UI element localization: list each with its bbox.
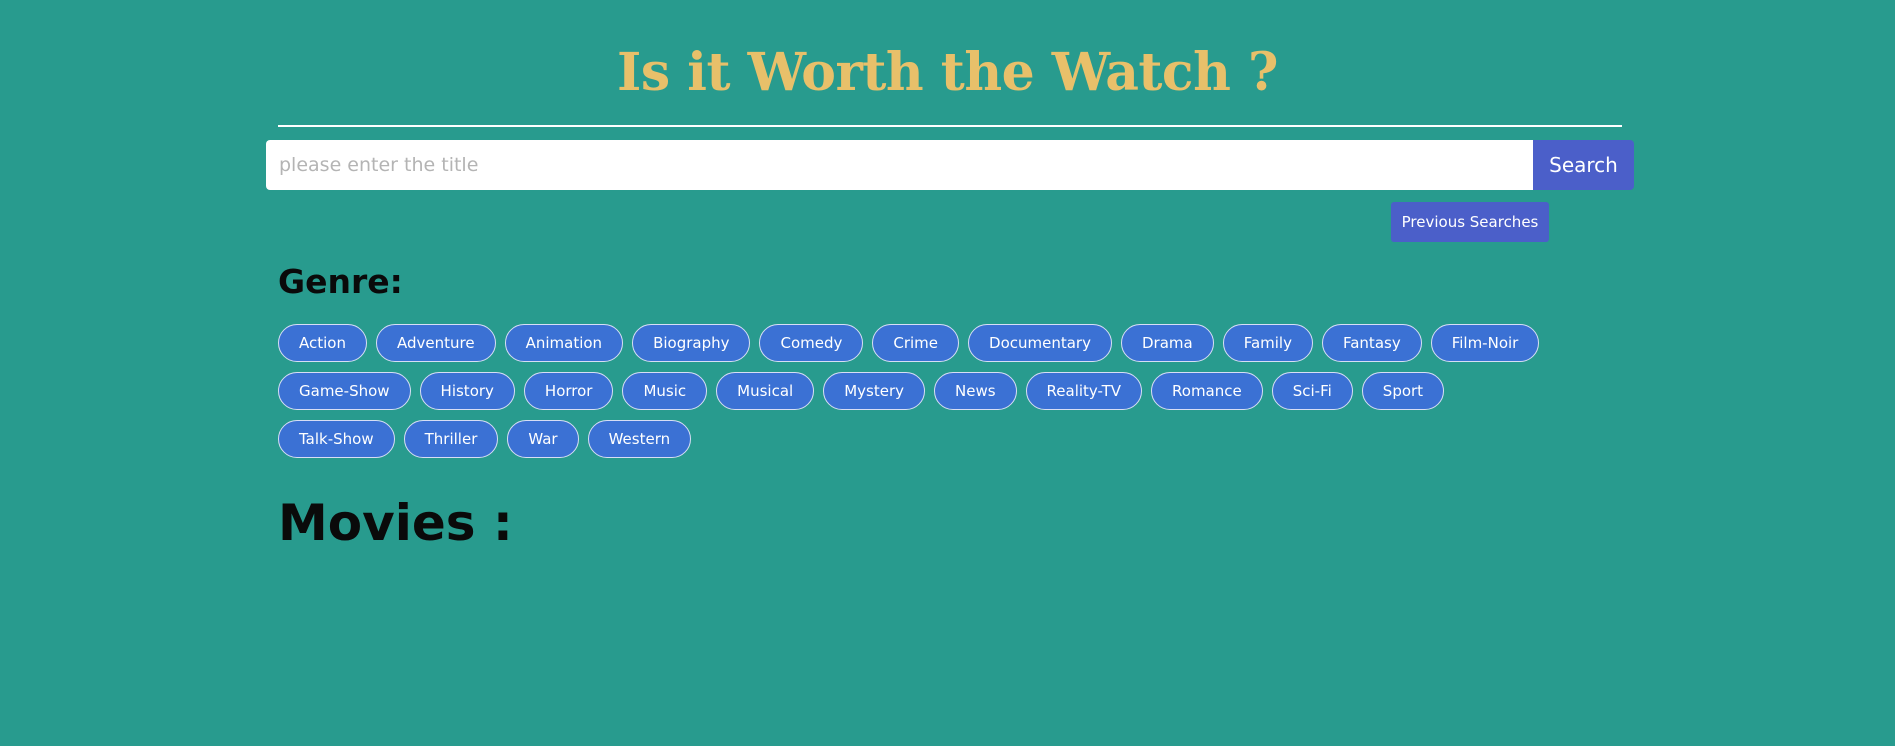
genre-tag-western[interactable]: Western	[587, 420, 692, 458]
movies-heading: Movies :	[278, 494, 513, 552]
header-divider	[278, 125, 1622, 127]
genre-list: Action Adventure Animation Biography Com…	[278, 324, 1568, 458]
genre-heading: Genre:	[278, 262, 403, 301]
genre-tag-mystery[interactable]: Mystery	[823, 372, 925, 410]
genre-tag-history[interactable]: History	[419, 372, 515, 410]
genre-tag-romance[interactable]: Romance	[1151, 372, 1263, 410]
genre-tag-game-show[interactable]: Game-Show	[278, 372, 411, 410]
genre-tag-family[interactable]: Family	[1222, 324, 1313, 362]
genre-tag-fantasy[interactable]: Fantasy	[1321, 324, 1422, 362]
previous-searches-button[interactable]: Previous Searches	[1391, 202, 1549, 242]
genre-tag-crime[interactable]: Crime	[872, 324, 960, 362]
genre-tag-thriller[interactable]: Thriller	[403, 420, 499, 458]
genre-tag-drama[interactable]: Drama	[1120, 324, 1214, 362]
genre-tag-sci-fi[interactable]: Sci-Fi	[1271, 372, 1353, 410]
genre-tag-news[interactable]: News	[934, 372, 1017, 410]
genre-tag-action[interactable]: Action	[278, 324, 367, 362]
genre-tag-animation[interactable]: Animation	[504, 324, 624, 362]
genre-tag-comedy[interactable]: Comedy	[759, 324, 864, 362]
genre-tag-sport[interactable]: Sport	[1361, 372, 1445, 410]
genre-tag-film-noir[interactable]: Film-Noir	[1430, 324, 1540, 362]
search-button[interactable]: Search	[1533, 140, 1634, 190]
genre-tag-talk-show[interactable]: Talk-Show	[278, 420, 395, 458]
genre-tag-adventure[interactable]: Adventure	[375, 324, 496, 362]
page-title: Is it Worth the Watch ?	[617, 42, 1278, 103]
genre-tag-musical[interactable]: Musical	[716, 372, 815, 410]
genre-tag-documentary[interactable]: Documentary	[968, 324, 1112, 362]
search-input[interactable]	[266, 140, 1533, 190]
genre-tag-biography[interactable]: Biography	[632, 324, 751, 362]
genre-tag-music[interactable]: Music	[622, 372, 708, 410]
genre-tag-reality-tv[interactable]: Reality-TV	[1025, 372, 1143, 410]
genre-tag-horror[interactable]: Horror	[523, 372, 614, 410]
genre-tag-war[interactable]: War	[507, 420, 579, 458]
